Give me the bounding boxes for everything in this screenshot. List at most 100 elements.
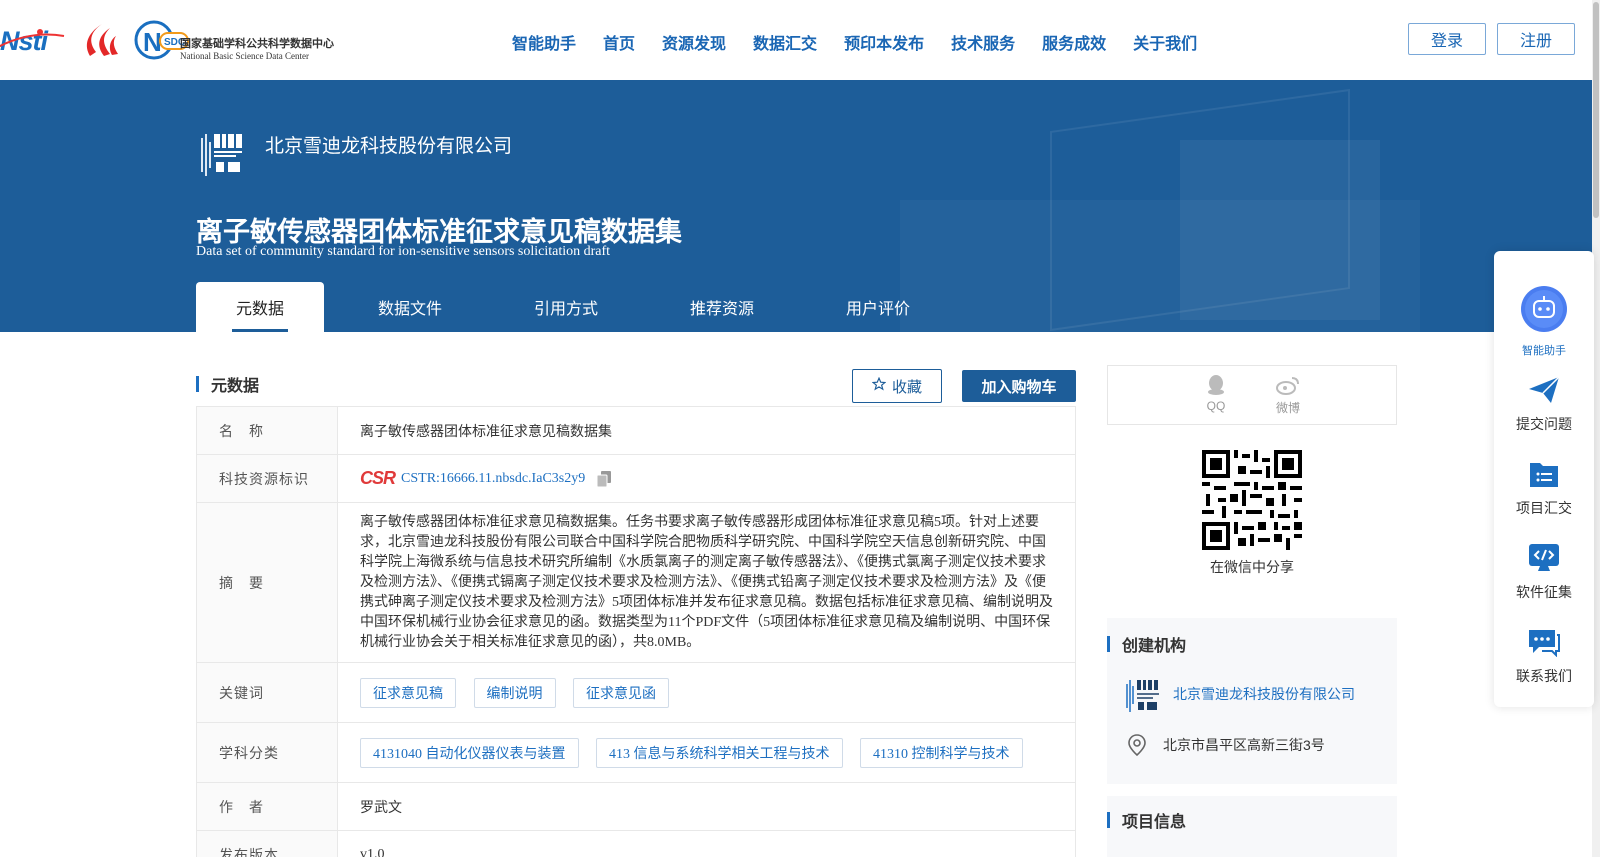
float-project-submit-label: 项目汇交 [1516,500,1572,516]
creator-org-address-row: 北京市昌平区高新三街3号 [1127,734,1325,757]
copy-icon[interactable] [596,470,612,487]
creator-org-link[interactable]: 北京雪迪龙科技股份有限公司 [1173,684,1355,704]
share-weibo[interactable]: 微博 [1268,374,1308,416]
name-label: 名 称 [196,406,338,455]
cstr-label: 科技资源标识 [196,454,338,503]
share-qq[interactable]: QQ [1196,374,1236,413]
nsdc-logo[interactable]: N SDC [134,20,189,60]
nsdc-logo-text: 国家基础学科公共科学数据中心 National Basic Science Da… [180,35,350,61]
subject-label: 学科分类 [196,722,338,783]
creator-org-title: 创建机构 [1122,638,1187,655]
table-row: 关键词 征求意见稿 编制说明 征求意见函 [196,662,1076,723]
wechat-qr-code [1202,450,1302,550]
wechat-share-label: 在微信中分享 [1210,559,1294,575]
float-software-collect-label: 软件征集 [1516,584,1572,600]
subject-tag[interactable]: 4131040 自动化仪器仪表与装置 [360,737,579,768]
tab-citation[interactable]: 引用方式 [496,282,636,332]
org-logo-icon [1123,674,1165,714]
cstr-logo: CSR [360,468,396,488]
banner-org-name[interactable]: 北京雪迪龙科技股份有限公司 [265,131,512,158]
add-to-cart-button[interactable]: 加入购物车 [962,370,1076,402]
cstr-link[interactable]: CSTR:16666.11.nbsdc.IaC3s2y9 [401,471,585,487]
tab-reviews[interactable]: 用户评价 [808,282,948,332]
creator-org-header: 创建机构 [1107,632,1397,656]
table-row: 名 称 离子敏传感器团体标准征求意见稿数据集 [196,406,1076,455]
keyword-tag[interactable]: 征求意见函 [573,677,669,708]
float-submit-question[interactable]: 提交问题 [1494,375,1594,434]
keywords-label: 关键词 [196,662,338,723]
project-info-title: 项目信息 [1122,814,1187,831]
code-icon [1494,543,1594,576]
share-box: QQ 微博 [1107,365,1397,425]
main-nav: 智能助手 首页 资源发现 数据汇交 预印本发布 技术服务 服务成效 关于我们 [512,30,1224,54]
creator-org-section: 创建机构 北京雪迪龙科技股份有限公司 北京市昌平区高新三街3号 [1107,618,1397,784]
qq-icon [1196,374,1236,399]
nav-about[interactable]: 关于我们 [1133,30,1197,54]
favorite-label: 收藏 [891,378,922,396]
login-button[interactable]: 登录 [1408,23,1486,55]
cstr-identifier: CSR CSTR:16666.11.nbsdc.IaC3s2y9 [360,468,1053,489]
table-row: 作 者 罗武文 [196,782,1076,831]
float-submit-question-label: 提交问题 [1516,416,1572,432]
nav-tech-service[interactable]: 技术服务 [951,30,1015,54]
float-assistant[interactable]: 智能助手 [1494,285,1594,358]
float-contact-us-label: 联系我们 [1516,668,1572,684]
nav-home[interactable]: 首页 [603,30,635,54]
nsti-logo[interactable]: Nsti [0,26,66,63]
cstr-cell: CSR CSTR:16666.11.nbsdc.IaC3s2y9 [337,454,1076,503]
subject-cell: 4131040 自动化仪器仪表与装置 413 信息与系统科学相关工程与技术 41… [337,722,1076,783]
tab-recommended[interactable]: 推荐资源 [636,282,808,332]
table-row: 摘 要 离子敏传感器团体标准征求意见稿数据集。任务书要求离子敏传感器形成团体标准… [196,502,1076,663]
svg-text:N: N [143,27,162,57]
keyword-tag[interactable]: 编制说明 [473,677,556,708]
abstract-label: 摘 要 [196,502,338,663]
paper-plane-icon [1494,375,1594,408]
float-contact-us[interactable]: 联系我们 [1494,627,1594,686]
register-button[interactable]: 注册 [1497,23,1575,55]
table-row: 发布版本 v1.0 [196,830,1076,857]
keyword-tag[interactable]: 征求意见稿 [360,677,456,708]
robot-icon [1494,285,1594,336]
nav-preprint[interactable]: 预印本发布 [844,30,924,54]
metadata-section-header: 元数据 [196,372,259,396]
float-project-submit[interactable]: 项目汇交 [1494,459,1594,518]
table-row: 科技资源标识 CSR CSTR:16666.11.nbsdc.IaC3s2y9 [196,454,1076,503]
creator-org-row: 北京雪迪龙科技股份有限公司 [1123,674,1355,714]
cas-flame-logo[interactable] [82,22,120,58]
creator-org-address: 北京市昌平区高新三街3号 [1163,737,1325,753]
version-label: 发布版本 [196,830,338,857]
tab-data-files[interactable]: 数据文件 [324,282,496,332]
section-accent-bar [196,376,199,392]
banner-decoration [1180,140,1380,320]
metadata-table: 名 称 离子敏传感器团体标准征求意见稿数据集 科技资源标识 CSR CSTR:1… [196,406,1076,857]
keywords-cell: 征求意见稿 编制说明 征求意见函 [337,662,1076,723]
subject-tag[interactable]: 413 信息与系统科学相关工程与技术 [596,737,843,768]
dataset-subtitle: Data set of community standard for ion-s… [196,244,611,259]
org-logo-icon [196,128,250,182]
tab-metadata[interactable]: 元数据 [196,282,324,332]
nav-discover[interactable]: 资源发现 [662,30,726,54]
author-value: 罗武文 [337,782,1076,831]
abstract-cell: 离子敏传感器团体标准征求意见稿数据集。任务书要求离子敏传感器形成团体标准征求意见… [337,502,1076,663]
nav-service-results[interactable]: 服务成效 [1042,30,1106,54]
table-row: 学科分类 4131040 自动化仪器仪表与装置 413 信息与系统科学相关工程与… [196,722,1076,783]
location-pin-icon [1127,734,1147,757]
project-info-header: 项目信息 [1107,808,1397,832]
nav-assistant[interactable]: 智能助手 [512,30,576,54]
favorite-button[interactable]: 收藏 [852,369,942,403]
weibo-icon [1268,374,1308,399]
subject-tag[interactable]: 41310 控制科学与技术 [860,737,1023,768]
author-label: 作 者 [196,782,338,831]
qq-label: QQ [1206,399,1226,413]
float-software-collect[interactable]: 软件征集 [1494,543,1594,602]
nav-data-submit[interactable]: 数据汇交 [753,30,817,54]
scrollbar-thumb[interactable] [1593,2,1599,218]
project-info-section: 项目信息 [1107,796,1397,857]
star-icon [871,376,887,395]
float-assistant-label: 智能助手 [1522,345,1566,357]
top-navigation-bar: Nsti N SDC 国家基础学科公共科学数据中心 National Basic… [0,0,1600,80]
chat-bubble-icon [1494,627,1594,660]
metadata-section-title: 元数据 [211,378,260,395]
dataset-tabs: 元数据 数据文件 引用方式 推荐资源 用户评价 [196,282,948,332]
version-value: v1.0 [337,830,1076,857]
